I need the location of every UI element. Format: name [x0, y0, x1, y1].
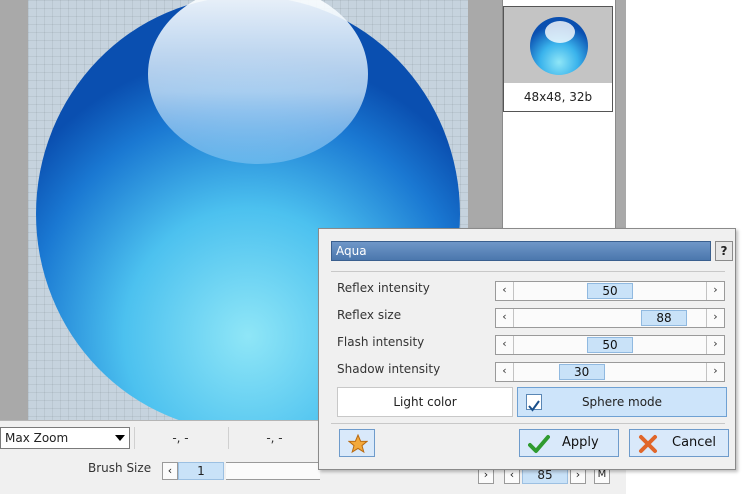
checkmark-icon [528, 400, 540, 412]
cursor-position: -, - [134, 427, 226, 449]
zoom-mode-select[interactable]: Max Zoom [0, 427, 130, 449]
light-color-label: Light color [393, 395, 457, 409]
checkmark-icon [528, 435, 550, 453]
sphere-thumbnail [530, 17, 588, 75]
reflex-intensity-value[interactable]: 50 [587, 283, 633, 299]
light-color-button[interactable]: Light color [337, 387, 513, 417]
flash-intensity-label: Flash intensity [337, 335, 425, 349]
zoom-mode-value: Max Zoom [5, 431, 69, 445]
cancel-button[interactable]: Cancel [629, 429, 729, 457]
sphere-mode-toggle[interactable]: Sphere mode [517, 387, 727, 417]
help-button[interactable]: ? [715, 241, 733, 261]
reflex-intensity-label: Reflex intensity [337, 281, 430, 295]
reflex-size-label: Reflex size [337, 308, 402, 322]
increase-arrow-icon[interactable]: › [706, 336, 724, 354]
increase-arrow-icon[interactable]: › [706, 363, 724, 381]
reflex-size-value[interactable]: 88 [640, 310, 687, 326]
help-icon: ? [720, 244, 728, 258]
flash-intensity-slider[interactable]: ‹ 50 › [495, 335, 725, 355]
decrease-arrow-icon[interactable]: ‹ [496, 363, 514, 381]
decrease-arrow-icon[interactable]: ‹ [496, 282, 514, 300]
increase-arrow-icon[interactable]: › [706, 309, 724, 327]
star-icon [348, 434, 368, 454]
selection-size: -, - [228, 427, 320, 449]
x-icon [639, 435, 657, 453]
cancel-label: Cancel [672, 435, 717, 450]
preset-name-field[interactable]: Aqua [331, 241, 711, 261]
sphere-mode-checkbox[interactable] [526, 394, 542, 412]
thumbnail-label: 48x48, 32b [504, 83, 612, 111]
sphere-mode-label: Sphere mode [581, 395, 663, 409]
shadow-intensity-label: Shadow intensity [337, 362, 441, 376]
favorite-button[interactable] [339, 429, 375, 457]
reflex-intensity-slider[interactable]: ‹ 50 › [495, 281, 725, 301]
decrease-arrow-icon[interactable]: ‹ [496, 336, 514, 354]
aqua-effect-dialog: Aqua ? Reflex intensity ‹ 50 › Reflex si… [318, 228, 736, 470]
flash-intensity-value[interactable]: 50 [587, 337, 633, 353]
thumbnail-item[interactable]: 48x48, 32b [503, 6, 613, 112]
apply-button[interactable]: Apply [519, 429, 619, 457]
divider [331, 423, 725, 424]
brush-size-value[interactable]: 1 [178, 462, 224, 480]
brush-decrease-button[interactable]: ‹ [162, 462, 178, 480]
increase-arrow-icon[interactable]: › [706, 282, 724, 300]
shadow-intensity-value[interactable]: 30 [558, 364, 605, 380]
divider [331, 271, 725, 272]
chevron-down-icon [115, 435, 125, 441]
shadow-intensity-slider[interactable]: ‹ 30 › [495, 362, 725, 382]
brush-size-label: Brush Size [88, 461, 152, 475]
decrease-arrow-icon[interactable]: ‹ [496, 309, 514, 327]
reflex-size-slider[interactable]: ‹ 88 › [495, 308, 725, 328]
brush-size-slider[interactable] [226, 462, 320, 480]
apply-label: Apply [562, 435, 599, 450]
